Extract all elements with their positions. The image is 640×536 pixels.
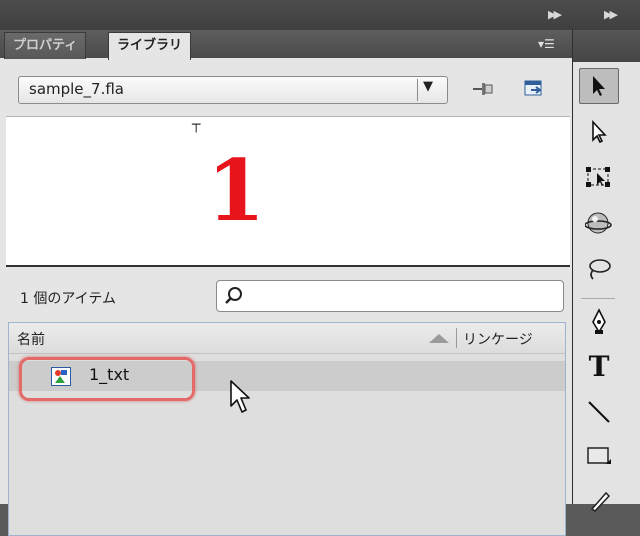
selection-tool-icon: [593, 76, 605, 96]
rectangle-tool-icon: [587, 447, 611, 464]
column-header-linkage[interactable]: リンケージ: [463, 329, 533, 349]
selection-tool-button[interactable]: [579, 68, 619, 104]
pen-tool-icon: [592, 308, 606, 334]
line-tool-icon: [588, 401, 610, 423]
tab-properties[interactable]: プロパティ: [4, 32, 87, 59]
tools-divider: [581, 298, 615, 299]
pin-icon: [473, 83, 493, 95]
lasso-tool-button[interactable]: [579, 252, 619, 288]
text-tool-button[interactable]: T: [579, 348, 619, 384]
new-library-panel-button[interactable]: [522, 78, 548, 100]
registration-point-icon: ┬: [192, 117, 201, 133]
item-count-label: 1 個のアイテム: [20, 291, 116, 307]
free-transform-tool-button[interactable]: [579, 160, 619, 196]
free-transform-tool-icon: [586, 167, 610, 187]
3d-rotation-tool-icon: [585, 212, 612, 234]
list-header: 名前 リンケージ: [9, 323, 565, 354]
pencil-tool-button[interactable]: [579, 482, 619, 518]
tab-library[interactable]: ライブラリ: [108, 32, 192, 60]
pencil-tool-icon: [590, 491, 611, 512]
tools-panel-header: [573, 30, 640, 62]
pin-library-button[interactable]: [470, 78, 496, 100]
subselection-tool-icon: [592, 120, 607, 144]
collapse-panel-icon[interactable]: ▶▶: [548, 8, 562, 21]
highlight-annotation: [19, 357, 195, 401]
lasso-tool-icon: [589, 259, 611, 280]
new-library-panel-icon: [524, 80, 542, 96]
document-select-value: sample_7.fla: [29, 80, 124, 98]
search-icon: [225, 287, 242, 304]
preview-symbol: 1: [206, 141, 266, 240]
tools-panel: T: [573, 30, 640, 512]
select-divider: [417, 79, 418, 101]
collapse-tools-icon[interactable]: ▶▶: [604, 8, 618, 21]
search-input[interactable]: [216, 280, 564, 312]
3d-rotation-tool-button[interactable]: [579, 206, 619, 242]
library-panel: プロパティ ライブラリ ▾☰ sample_7.fla ▼ ┬ 1 1 個のアイ…: [0, 30, 573, 536]
document-select[interactable]: sample_7.fla ▼: [18, 76, 448, 104]
chevron-down-icon[interactable]: ▼: [423, 79, 433, 94]
rectangle-tool-button[interactable]: [579, 438, 619, 474]
panel-menu-icon[interactable]: ▾☰: [538, 37, 555, 51]
column-header-name[interactable]: 名前: [17, 329, 45, 349]
text-tool-icon: T: [588, 349, 610, 383]
panel-tab-bar: プロパティ ライブラリ ▾☰: [0, 30, 572, 60]
symbol-preview: ┬ 1: [6, 116, 570, 267]
column-divider[interactable]: [456, 328, 457, 348]
sort-ascending-icon[interactable]: [429, 334, 449, 343]
mouse-cursor-icon: [230, 380, 250, 413]
panel-header-strip: ▶▶ ▶▶: [0, 0, 640, 30]
pen-tool-button[interactable]: [579, 304, 619, 340]
line-tool-button[interactable]: [579, 394, 619, 430]
subselection-tool-button[interactable]: [579, 114, 619, 150]
